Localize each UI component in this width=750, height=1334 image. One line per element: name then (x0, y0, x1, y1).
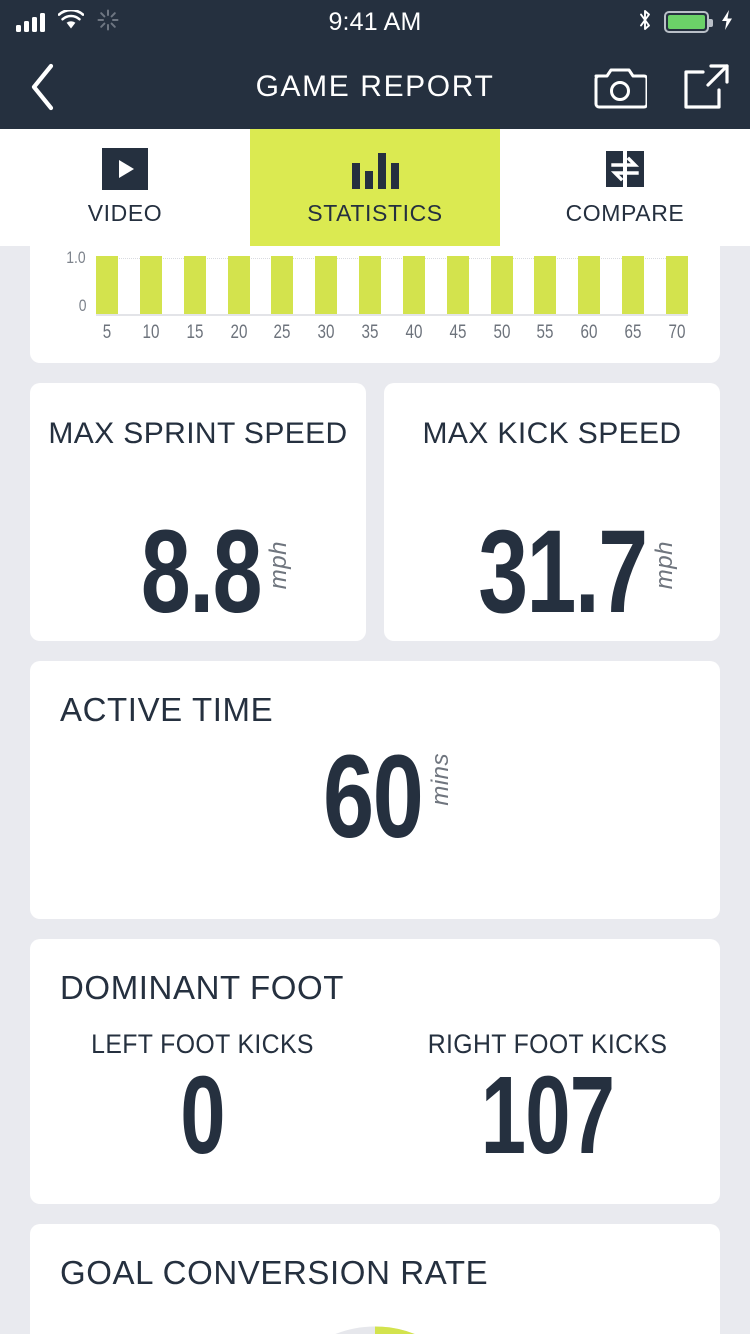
play-icon (102, 148, 148, 190)
right-foot-kicks-column: RIGHT FOOT KICKS 107 (375, 1029, 720, 1172)
active-time-unit: mins (426, 753, 454, 806)
chart-bar (578, 256, 601, 314)
chart-bar (402, 256, 425, 314)
camera-button[interactable] (590, 57, 650, 117)
compare-arrows-icon (604, 148, 646, 190)
y-tick-top: 1.0 (66, 248, 86, 267)
bluetooth-icon (637, 8, 653, 37)
active-time-value-group: 60 mins (30, 731, 720, 863)
chart-bar (359, 256, 382, 314)
dominant-foot-card: DOMINANT FOOT LEFT FOOT KICKS 0 RIGHT FO… (30, 939, 720, 1204)
max-kick-speed-value: 31.7 (478, 505, 648, 638)
chart-x-tick: 60 (580, 322, 598, 343)
status-bar: 9:41 AM (0, 0, 750, 44)
max-sprint-speed-unit: mph (265, 540, 293, 589)
goal-conversion-rate-card: GOAL CONVERSION RATE (30, 1224, 720, 1334)
battery-full-icon (664, 11, 713, 33)
chart-bar (96, 256, 118, 314)
y-tick-bottom: 0 (78, 296, 86, 315)
chart-x-tick: 5 (102, 322, 112, 343)
chart-bar (315, 256, 338, 314)
bar-chart: 1.0 0 5 10 15 20 25 30 35 40 45 50 55 60 65 70 (52, 246, 698, 363)
navigation-actions (590, 57, 736, 117)
active-time-title: ACTIVE TIME (60, 691, 274, 728)
goal-conversion-rate-title: GOAL CONVERSION RATE (60, 1254, 489, 1291)
chart-bar (139, 256, 162, 314)
kick-speed-distribution-chart-card: 1.0 0 5 10 15 20 25 30 35 40 45 50 55 60 65 70 (30, 246, 720, 363)
chart-bar (271, 256, 294, 314)
dominant-foot-columns: LEFT FOOT KICKS 0 RIGHT FOOT KICKS 107 (30, 1029, 720, 1172)
speed-cards-row: MAX SPRINT SPEED 8.8 mph MAX KICK SPEED … (30, 383, 720, 641)
navigation-bar: GAME REPORT (0, 44, 750, 129)
max-sprint-speed-value-group: 8.8 mph (30, 505, 366, 638)
bar-chart-icon (351, 148, 399, 190)
charging-bolt-icon (720, 9, 734, 36)
chart-bar (534, 256, 557, 314)
chart-x-tick: 55 (536, 322, 554, 343)
tab-video-label: VIDEO (87, 200, 163, 226)
right-foot-kicks-value: 107 (480, 1054, 615, 1177)
active-time-value: 60 (323, 731, 424, 863)
chart-x-tick: 30 (317, 322, 335, 343)
tab-statistics-label: STATISTICS (307, 200, 443, 226)
chart-bar (227, 256, 250, 314)
max-sprint-speed-title: MAX SPRINT SPEED (48, 417, 348, 450)
tab-statistics[interactable]: STATISTICS (250, 129, 500, 246)
chart-x-tick: 25 (273, 322, 291, 343)
tab-video[interactable]: VIDEO (0, 129, 250, 246)
game-report-screen: 9:41 AM GAME REPORT VIDEO STATISTICS COM… (0, 0, 750, 1334)
chart-bar (622, 256, 645, 314)
chart-bars (96, 256, 688, 314)
max-sprint-speed-card: MAX SPRINT SPEED 8.8 mph (30, 383, 366, 641)
chart-bar (665, 256, 688, 314)
chart-x-tick: 10 (142, 322, 160, 343)
statistics-scroll-area[interactable]: 1.0 0 5 10 15 20 25 30 35 40 45 50 55 60 65 70 MAX SP… (0, 246, 750, 1334)
left-foot-kicks-value: 0 (180, 1054, 225, 1177)
chart-x-tick: 70 (668, 322, 686, 343)
max-kick-speed-unit: mph (650, 540, 678, 589)
camera-icon (594, 68, 647, 108)
share-export-icon (684, 63, 729, 109)
max-sprint-speed-value: 8.8 (140, 505, 263, 638)
chart-x-tick: 15 (186, 322, 204, 343)
chart-x-tick: 40 (405, 322, 423, 343)
max-kick-speed-title: MAX KICK SPEED (422, 417, 682, 450)
active-time-card: ACTIVE TIME 60 mins (30, 661, 720, 919)
chart-bar (446, 256, 469, 314)
tab-compare[interactable]: COMPARE (500, 129, 750, 246)
chart-y-axis: 1.0 0 (52, 246, 86, 316)
status-bar-right (637, 0, 734, 44)
max-kick-speed-value-group: 31.7 mph (384, 505, 720, 638)
max-kick-speed-card: MAX KICK SPEED 31.7 mph (384, 383, 720, 641)
tab-bar: VIDEO STATISTICS COMPARE (0, 129, 750, 246)
chart-x-tick: 45 (449, 322, 467, 343)
chart-x-axis: 5 10 15 20 25 30 35 40 45 50 55 60 65 70 (96, 322, 688, 344)
tab-compare-label: COMPARE (565, 200, 685, 226)
share-button[interactable] (676, 57, 736, 117)
chart-x-tick: 50 (493, 322, 511, 343)
chart-x-tick: 35 (361, 322, 379, 343)
goal-conversion-donut-chart (335, 1326, 415, 1334)
dominant-foot-title: DOMINANT FOOT (60, 969, 345, 1006)
chart-x-tick: 65 (624, 322, 642, 343)
chart-bar (183, 256, 206, 314)
left-foot-kicks-column: LEFT FOOT KICKS 0 (30, 1029, 375, 1172)
chart-x-tick: 20 (230, 322, 247, 343)
chart-bar (490, 256, 513, 314)
chart-plot-area (96, 256, 688, 316)
